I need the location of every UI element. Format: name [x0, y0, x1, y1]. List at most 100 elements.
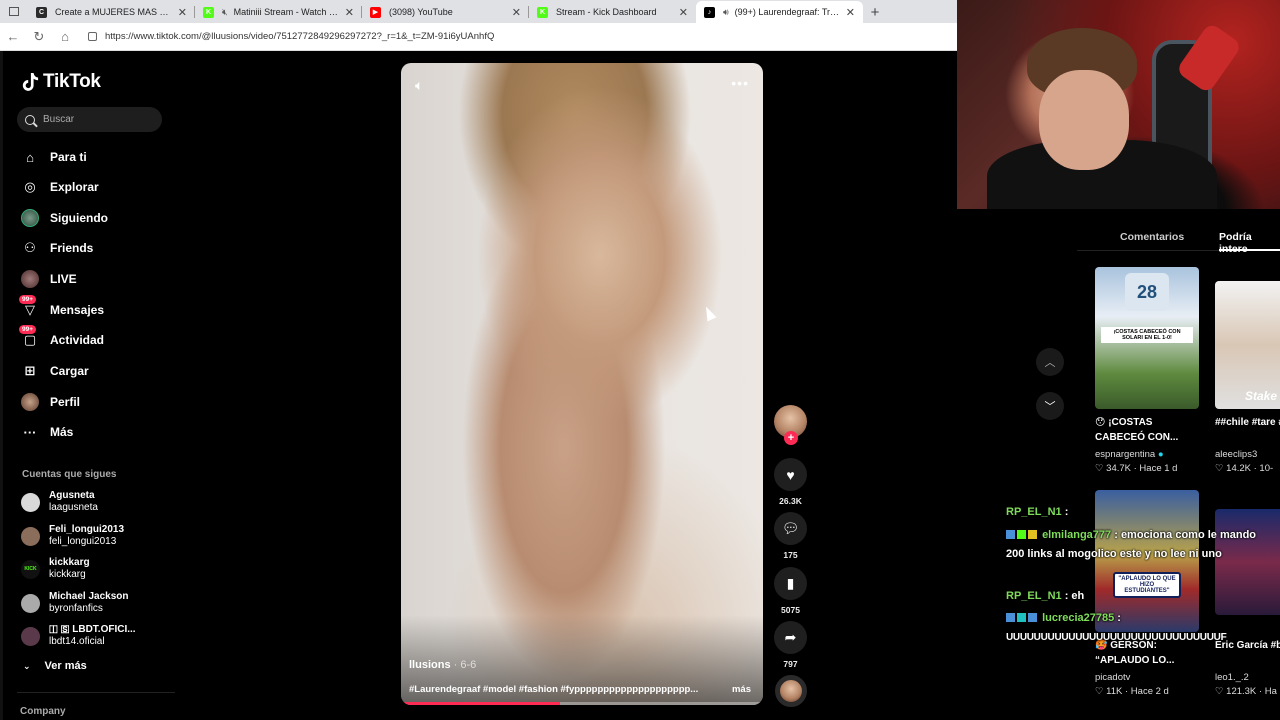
lock-icon[interactable]: [88, 32, 97, 41]
thumbnail-caption: Stake: [1245, 389, 1278, 403]
nav-label: Cargar: [50, 364, 89, 378]
tab-title: Stream - Kick Dashboard: [556, 7, 657, 17]
share-action[interactable]: ➦ 797: [774, 621, 807, 669]
chat-message: lucrecia27785 : UUUUUUUUUUUUUUUUUUUUUUUU…: [1006, 612, 1227, 643]
chat-username: lucrecia27785: [1042, 612, 1115, 624]
badge-icon: [1017, 613, 1026, 622]
nav-item-live[interactable]: LIVE: [21, 267, 77, 291]
scroll-down-button[interactable]: ﹀: [1036, 392, 1064, 420]
close-tab-icon[interactable]: ✕: [679, 6, 688, 19]
comment-icon[interactable]: 💬︎: [774, 512, 807, 545]
more-icon: ···: [23, 424, 37, 440]
video-caption[interactable]: #Laurendegraaf #model #fashion #fypppppp…: [409, 684, 721, 695]
tab-comentarios[interactable]: Comentarios: [1120, 231, 1184, 243]
address-bar: ← ↻ ⌂ https://www.tiktok.com/@lluusions/…: [0, 23, 957, 51]
activity-icon: ▢ 99+: [19, 325, 39, 349]
badge-icon: [1017, 530, 1026, 539]
reload-button[interactable]: ↻: [26, 23, 52, 51]
nav-label: Siguiendo: [50, 211, 108, 225]
tiktok-sidebar: TikTok Buscar ⌂ Para ti ◎ Explorar Sigui…: [0, 51, 175, 720]
browser-tab[interactable]: K 🔇︎ Matiniii Stream - Watch Live ✕: [195, 1, 362, 23]
scroll-up-button[interactable]: ︿: [1036, 348, 1064, 376]
search-input[interactable]: Buscar: [17, 107, 162, 132]
chat-text: eh: [1071, 590, 1085, 602]
footer-company-link[interactable]: Company: [20, 706, 66, 717]
following-account[interactable]: Agusneta laagusneta: [21, 488, 98, 516]
badge-icon: [1028, 613, 1037, 622]
see-more-label: Ver más: [44, 660, 87, 672]
video-author[interactable]: llusions · 6-6: [409, 659, 476, 671]
close-tab-icon[interactable]: ✕: [846, 6, 855, 19]
back-button[interactable]: ←: [0, 23, 26, 51]
browser-tab-active[interactable]: ♪ 🔊︎ (99+) Laurendegraaf: Trendy ✕: [696, 1, 863, 23]
close-tab-icon[interactable]: ✕: [178, 6, 187, 19]
nav-item-mensajes[interactable]: ▽ 99+ Mensajes: [19, 295, 105, 322]
nav-item-friends[interactable]: ⚇ Friends: [21, 236, 93, 260]
tab-title: Matiniii Stream - Watch Live: [233, 7, 339, 17]
video-progress-fill: [401, 702, 561, 705]
see-more-button[interactable]: ⌄ Ver más: [23, 660, 87, 672]
follow-plus-icon[interactable]: +: [784, 431, 798, 445]
heart-icon[interactable]: ♥: [774, 458, 807, 491]
account-name: Agusneta: [49, 490, 95, 501]
url-field[interactable]: https://www.tiktok.com/@lluusions/video/…: [82, 27, 953, 47]
close-tab-icon[interactable]: ✕: [512, 6, 521, 19]
following-account[interactable]: Feli_longui2013 feli_longui2013: [21, 522, 124, 550]
caption-more-button[interactable]: más: [732, 684, 751, 695]
speaker-icon[interactable]: 🔊︎: [723, 7, 729, 18]
close-tab-icon[interactable]: ✕: [345, 6, 354, 19]
browser-tab[interactable]: C Create a MUJERES MAS HERMOS ✕: [28, 1, 195, 23]
nav-item-para-ti[interactable]: ⌂ Para ti: [21, 145, 87, 169]
like-action[interactable]: ♥ 26.3K: [774, 458, 807, 506]
following-account[interactable]: Michael Jackson byronfanfics: [21, 589, 128, 617]
nav-label: LIVE: [50, 272, 77, 286]
compass-icon: ◎: [24, 179, 36, 194]
share-icon[interactable]: ➦: [774, 621, 807, 654]
volume-icon[interactable]: 🔈︎: [415, 77, 423, 94]
more-options-icon[interactable]: •••: [731, 75, 749, 91]
new-tab-button[interactable]: +: [863, 1, 887, 23]
nav-item-explorar[interactable]: ◎ Explorar: [21, 175, 98, 199]
related-video-author[interactable]: aleeclips3: [1215, 449, 1257, 460]
active-tab-indicator: [1219, 249, 1280, 251]
following-account[interactable]: 🇮 🇸 LBDT.OFICI... lbdt14.oficial: [21, 622, 136, 650]
tab-podria-interesar[interactable]: Podría intere: [1219, 231, 1280, 255]
video-progress-bar[interactable]: [401, 702, 763, 705]
nav-item-actividad[interactable]: ▢ 99+ Actividad: [19, 325, 104, 352]
nav-item-siguiendo[interactable]: Siguiendo: [21, 206, 108, 230]
account-avatar: [21, 593, 40, 613]
related-video-thumbnail[interactable]: 28 ¡COSTAS CABECEÓ CON SOLARI EN EL 1-0!: [1095, 267, 1199, 409]
bookmark-icon[interactable]: ▮: [774, 567, 807, 600]
tab-actions-button[interactable]: [0, 0, 28, 23]
comment-action[interactable]: 💬︎ 175: [774, 512, 807, 560]
related-video-thumbnail[interactable]: Stake: [1215, 281, 1280, 409]
tiktok-logo[interactable]: TikTok: [21, 71, 101, 93]
browser-tab[interactable]: ▶ (3098) YouTube ✕: [362, 1, 529, 23]
nav-item-mas[interactable]: ··· Más: [21, 420, 74, 444]
account-avatar: [21, 492, 40, 512]
home-button[interactable]: ⌂: [52, 23, 78, 51]
home-icon: ⌂: [26, 149, 34, 165]
related-video-author[interactable]: leo1._.2: [1215, 672, 1249, 683]
save-action[interactable]: ▮ 5075: [774, 567, 807, 615]
verified-icon: ●: [1157, 449, 1164, 460]
account-username: laagusneta: [49, 502, 98, 513]
account-avatar: KICK: [21, 559, 40, 579]
browser-tab[interactable]: K Stream - Kick Dashboard ✕: [529, 1, 696, 23]
nav-label: Mensajes: [50, 303, 105, 317]
video-player[interactable]: 🔈︎ ••• llusions · 6-6 #Laurendegraaf #mo…: [401, 63, 763, 705]
related-video-title[interactable]: 😯 ¡COSTAS CABECEÓ CON...: [1095, 415, 1197, 445]
streamer-face: [1039, 70, 1129, 170]
related-video-title[interactable]: ##chile #tare #kickchile...: [1215, 415, 1280, 430]
nav-item-perfil[interactable]: Perfil: [21, 390, 80, 414]
related-video-author[interactable]: espnargentina ●: [1095, 449, 1164, 460]
following-account[interactable]: KICK kickkarg kickkarg: [21, 555, 90, 583]
nav-item-cargar[interactable]: ⊞ Cargar: [21, 359, 89, 383]
sidebar-divider: [17, 692, 175, 693]
author-name: espnargentina: [1095, 449, 1156, 460]
muted-speaker-icon[interactable]: 🔇︎: [222, 7, 228, 18]
messages-badge: 99+: [19, 295, 37, 304]
music-disc-avatar[interactable]: [775, 675, 807, 707]
video-date: 6-6: [460, 659, 477, 671]
related-video-author[interactable]: picadotv: [1095, 672, 1130, 683]
